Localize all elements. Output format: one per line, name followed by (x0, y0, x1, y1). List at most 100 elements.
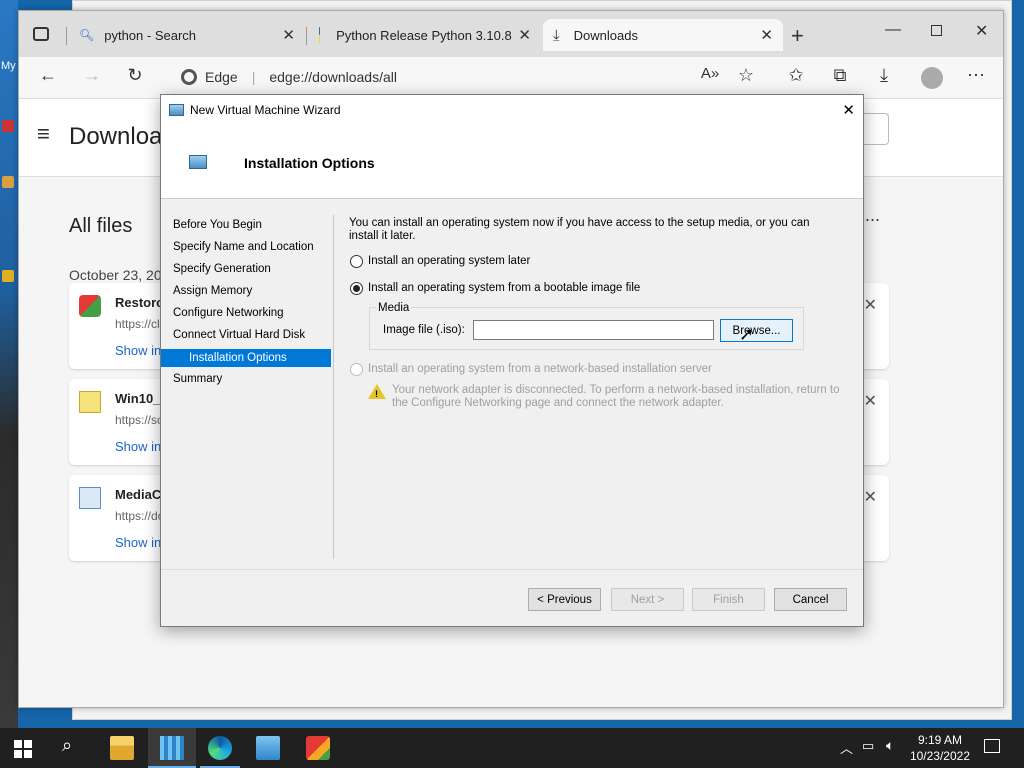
download-name[interactable]: Restoro (115, 295, 164, 310)
next-button[interactable]: Next > (611, 588, 684, 611)
radio-install-from-image[interactable] (350, 282, 363, 295)
dialog-header: Installation Options (161, 125, 863, 199)
show-in-folder-link[interactable]: Show in (115, 343, 161, 358)
menu-icon[interactable]: ≡ (37, 121, 50, 147)
read-aloud-icon[interactable]: A» (697, 65, 723, 82)
previous-button[interactable]: < Previous (528, 588, 601, 611)
chevron-up-icon[interactable]: ︿ (840, 738, 853, 757)
step-installation-options[interactable]: Installation Options (161, 349, 331, 367)
new-vm-wizard-dialog: New Virtual Machine Wizard ✕ Installatio… (160, 94, 864, 627)
more-actions-button[interactable]: ... (865, 205, 880, 226)
clock-date: 10/23/2022 (909, 749, 970, 763)
tab-divider (66, 27, 67, 45)
network-warning-text: Your network adapter is disconnected. To… (392, 384, 840, 409)
download-url: https://do (115, 509, 165, 523)
dialog-title: New Virtual Machine Wizard (190, 103, 341, 117)
forward-arrow-icon[interactable]: → (79, 65, 105, 86)
address-bar[interactable]: Edge | edge://downloads/all (167, 61, 747, 93)
tab-bar: 🔍︎ python - Search ✕ Python Release Pyth… (19, 11, 1003, 57)
dialog-title-bar: New Virtual Machine Wizard ✕ (161, 95, 863, 125)
download-url: https://so (115, 413, 164, 427)
date-group-label: October 23, 20 (69, 267, 162, 283)
desktop-app-icon[interactable] (2, 270, 14, 282)
omnibox-divider: | (251, 69, 256, 85)
wizard-steps: Before You Begin Specify Name and Locati… (161, 199, 333, 569)
search-icon: 🔍︎ (79, 28, 95, 42)
step-generation[interactable]: Specify Generation (173, 263, 271, 275)
browse-button[interactable]: Browse... (720, 319, 793, 342)
step-before-you-begin[interactable]: Before You Begin (173, 219, 262, 231)
network-icon[interactable]: ▭ (862, 738, 874, 754)
tab-actions-icon[interactable] (33, 27, 49, 41)
profile-avatar[interactable] (921, 67, 943, 89)
remove-item-icon[interactable]: ✕ (864, 391, 877, 411)
panel-divider (333, 215, 334, 559)
notifications-icon[interactable] (984, 739, 1000, 753)
media-creation-icon (79, 487, 101, 509)
desktop-icon-label[interactable]: My (1, 60, 16, 72)
option-install-later-label[interactable]: Install an operating system later (368, 255, 530, 267)
close-tab-icon[interactable]: ✕ (514, 26, 531, 44)
close-tab-icon[interactable]: ✕ (760, 26, 773, 44)
add-favorite-icon[interactable]: ☆ (733, 65, 759, 86)
step-memory[interactable]: Assign Memory (173, 285, 252, 297)
restoro-icon (79, 295, 101, 317)
tab-label: python - Search (104, 27, 197, 43)
volume-icon[interactable]: 🔈︎ (886, 737, 894, 754)
option-network-label[interactable]: Install an operating system from a netwo… (368, 363, 712, 375)
download-name[interactable]: MediaCr (115, 487, 166, 502)
desktop-app-icon[interactable] (2, 120, 14, 132)
url-text[interactable]: edge://downloads/all (269, 69, 397, 85)
desktop-app-icon[interactable] (2, 176, 14, 188)
close-tab-icon[interactable]: ✕ (282, 26, 295, 44)
edge-logo-icon (181, 69, 197, 85)
favorites-icon[interactable]: ✩ (783, 65, 809, 86)
iso-file-icon (79, 391, 101, 413)
maximize-button[interactable] (931, 25, 942, 36)
refresh-icon[interactable]: ↻ (122, 65, 148, 86)
remove-item-icon[interactable]: ✕ (864, 487, 877, 507)
clock-time: 9:19 AM (917, 733, 962, 747)
option-image-label[interactable]: Install an operating system from a boota… (368, 282, 640, 294)
new-tab-button[interactable]: + (791, 23, 804, 49)
start-button[interactable] (14, 740, 32, 758)
tab-downloads[interactable]: ⤓ Downloads ✕ (543, 19, 783, 51)
hyper-v-manager-icon[interactable] (160, 736, 184, 760)
step-networking[interactable]: Configure Networking (173, 307, 284, 319)
close-window-button[interactable]: ✕ (975, 21, 988, 41)
mouse-cursor-icon: ➚ (739, 324, 755, 344)
step-name-location[interactable]: Specify Name and Location (173, 241, 314, 253)
taskbar: ⌕ ︿ ▭ 🔈︎ 9:19 AM 10/23/2022 (0, 728, 1024, 768)
show-in-folder-link[interactable]: Show in (115, 535, 161, 550)
search-icon[interactable]: ⌕ (62, 735, 72, 756)
step-summary[interactable]: Summary (173, 373, 222, 385)
tab-divider (306, 27, 307, 45)
tab-python-release[interactable]: Python Release Python 3.10.8 | P ✕ (309, 19, 541, 51)
step-virtual-hard-disk[interactable]: Connect Virtual Hard Disk (173, 329, 305, 341)
warning-icon-mark: ! (375, 389, 378, 399)
desktop-background-strip: My (0, 0, 18, 728)
file-explorer-icon[interactable] (110, 736, 134, 760)
radio-install-later[interactable] (350, 255, 363, 268)
downloads-icon[interactable]: ⤓ (871, 65, 897, 86)
back-arrow-icon[interactable]: ← (35, 65, 61, 86)
restoro-icon[interactable] (306, 736, 330, 760)
minimize-button[interactable]: — (885, 21, 901, 39)
radio-install-network[interactable] (350, 363, 363, 376)
download-icon: ⤓ (553, 26, 560, 44)
remove-item-icon[interactable]: ✕ (864, 295, 877, 315)
site-label: Edge (205, 69, 238, 85)
collections-icon[interactable]: ⧉ (827, 65, 853, 86)
finish-button[interactable]: Finish (692, 588, 765, 611)
show-in-folder-link[interactable]: Show in (115, 439, 161, 454)
wizard-vm-icon (189, 155, 207, 169)
close-dialog-icon[interactable]: ✕ (842, 101, 855, 119)
vm-icon (169, 104, 184, 116)
cancel-button[interactable]: Cancel (774, 588, 847, 611)
archive-icon[interactable] (256, 736, 280, 760)
edge-icon[interactable] (208, 736, 232, 760)
more-options-icon[interactable]: ⋯ (963, 65, 989, 86)
iso-file-input[interactable] (473, 320, 714, 340)
taskbar-clock[interactable]: 9:19 AM 10/23/2022 (910, 732, 970, 764)
tab-python-search[interactable]: 🔍︎ python - Search ✕ (69, 19, 305, 51)
